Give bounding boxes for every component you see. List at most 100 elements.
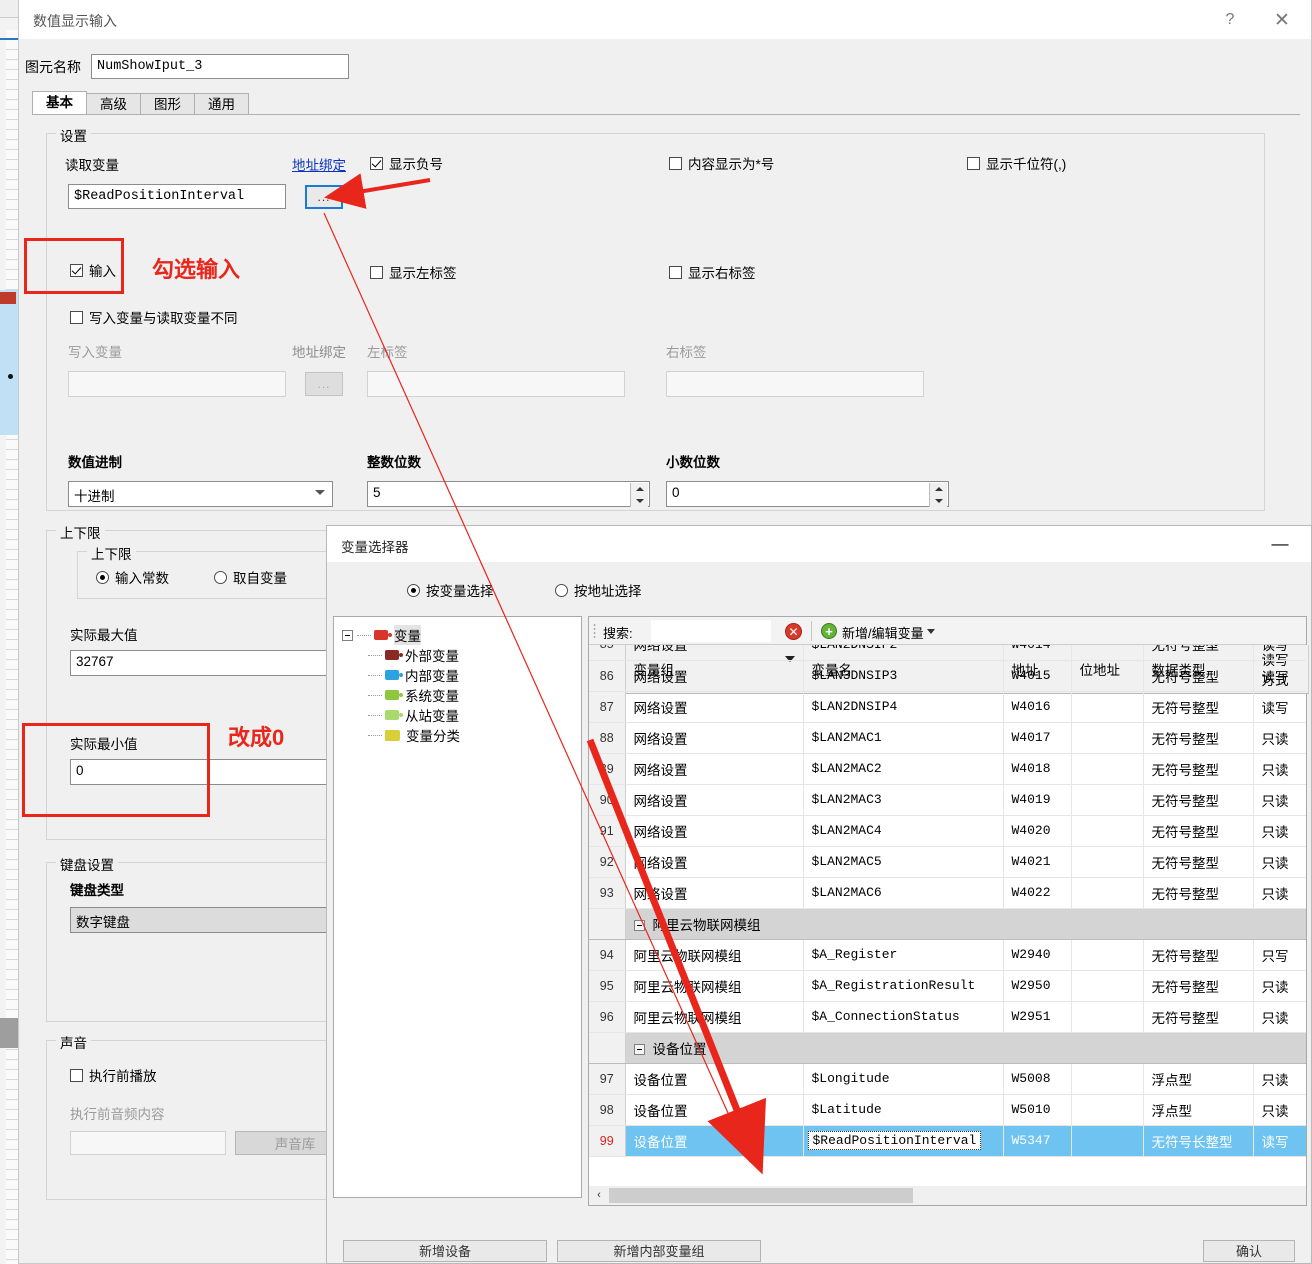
- table-row[interactable]: 87 网络设置 $LAN2DNSIP4 W4016 无符号整型 读写: [589, 691, 1306, 723]
- minimize-icon[interactable]: —: [1257, 526, 1303, 562]
- tree-node-root[interactable]: 变量: [342, 625, 421, 645]
- table-row[interactable]: 91 网络设置 $LAN2MAC4 W4020 无符号整型 只读: [589, 815, 1306, 847]
- dec-digits-spin[interactable]: [929, 483, 947, 507]
- left-tag-input[interactable]: [367, 371, 625, 397]
- show-thousand-checkbox[interactable]: 显示千位符(,): [967, 153, 1066, 173]
- tab-general[interactable]: 通用: [194, 93, 249, 114]
- scrollbar-thumb[interactable]: [609, 1188, 913, 1203]
- tab-advanced[interactable]: 高级: [86, 93, 141, 114]
- collapse-icon[interactable]: [633, 1043, 645, 1055]
- tab-bar: 基本 高级 图形 通用: [32, 91, 249, 114]
- int-digits-stepper[interactable]: 5: [367, 481, 650, 507]
- read-variable-input[interactable]: $ReadPositionInterval: [68, 184, 286, 209]
- show-star-checkbox[interactable]: 内容显示为*号: [669, 153, 774, 173]
- table-row[interactable]: 95 阿里云物联网模组 $A_RegistrationResult W2950 无符号整…: [589, 970, 1306, 1002]
- show-minus-checkbox[interactable]: 显示负号: [370, 153, 443, 173]
- variable-tag-icon: [374, 630, 392, 640]
- address-bind-link[interactable]: 地址绑定: [292, 154, 346, 174]
- cell-data-type: 无符号整型: [1143, 939, 1254, 971]
- cell-address: W4022: [1003, 877, 1072, 909]
- table-row[interactable]: 97 设备位置 $Longitude W5008 浮点型 只读: [589, 1063, 1306, 1095]
- cell-variable-group: 网络设置: [625, 722, 804, 754]
- cell-data-type: 无符号整型: [1143, 722, 1254, 754]
- write-variable-browse-button[interactable]: ...: [305, 372, 343, 396]
- scroll-left-icon[interactable]: ‹: [591, 1187, 607, 1203]
- radio-from-variable[interactable]: 取自变量: [214, 567, 287, 587]
- tab-graphics[interactable]: 图形: [140, 93, 195, 114]
- table-row[interactable]: 88 网络设置 $LAN2MAC1 W4017 无符号整型 只读: [589, 722, 1306, 754]
- table-row[interactable]: 99 设备位置 $ReadPositionInterval W5347 无符号长整型 读写: [589, 1125, 1306, 1157]
- cell-bit-address: [1071, 645, 1144, 661]
- table-row[interactable]: 96 阿里云物联网模组 $A_ConnectionStatus W2951 无符号整型只…: [589, 1001, 1306, 1033]
- radix-select[interactable]: 十进制: [68, 481, 333, 507]
- chevron-down-icon[interactable]: [927, 629, 935, 634]
- variable-tree[interactable]: 变量 外部变量 内部变量 系统变量 从站变量 变量分类: [333, 616, 582, 1198]
- table-group-row[interactable]: 设备位置: [589, 1032, 1306, 1064]
- cell-variable-group: 设备位置: [625, 1063, 804, 1095]
- variable-table-body-clip[interactable]: 85网络设置$LAN2DNSIP2W4014无符号整型读写86网络设置$LAN3…: [589, 645, 1306, 1198]
- add-icon[interactable]: +: [821, 623, 837, 639]
- collapse-icon[interactable]: [633, 919, 645, 931]
- read-variable-browse-button[interactable]: ...: [305, 185, 343, 209]
- table-row[interactable]: 94 阿里云物联网模组 $A_Register W2940 无符号整型 只写: [589, 939, 1306, 971]
- toolbar-grip[interactable]: [593, 623, 596, 639]
- audio-content-input[interactable]: [70, 1131, 226, 1155]
- clear-search-icon[interactable]: ✕: [785, 623, 802, 640]
- show-right-tag-checkbox[interactable]: 显示右标签: [669, 262, 756, 282]
- cell-rw-mode: 读写: [1253, 645, 1306, 661]
- tree-node-system[interactable]: 系统变量: [368, 685, 459, 705]
- radio-by-variable-label: 按变量选择: [426, 584, 494, 599]
- show-left-tag-checkbox[interactable]: 显示左标签: [370, 262, 457, 282]
- cell-rw-mode: 只读: [1253, 1001, 1306, 1033]
- search-input[interactable]: [651, 620, 771, 642]
- cell-bit-address: [1071, 1001, 1144, 1033]
- confirm-button[interactable]: 确认: [1203, 1240, 1295, 1262]
- row-index: 90: [589, 784, 626, 816]
- tree-node-internal-label: 内部变量: [405, 669, 459, 684]
- play-before-checkbox[interactable]: 执行前播放: [70, 1065, 157, 1085]
- table-group-row[interactable]: 阿里云物联网模组: [589, 908, 1306, 940]
- radio-by-variable[interactable]: 按变量选择: [407, 580, 494, 600]
- help-icon[interactable]: ?: [1207, 0, 1253, 40]
- tree-node-external[interactable]: 外部变量: [368, 645, 459, 665]
- row-index: 93: [589, 877, 626, 909]
- row-index: [589, 908, 626, 940]
- add-device-button[interactable]: 新增设备: [343, 1240, 547, 1262]
- int-digits-spin[interactable]: [630, 483, 648, 507]
- row-index: 86: [589, 660, 626, 692]
- table-row[interactable]: 86 网络设置 $LAN3DNSIP3 W4015 无符号整型 读写: [589, 660, 1306, 692]
- collapse-icon[interactable]: [342, 629, 353, 641]
- table-row[interactable]: 92 网络设置 $LAN2MAC5 W4021 无符号整型 只读: [589, 846, 1306, 878]
- element-name-input[interactable]: NumShowIput_3: [91, 54, 349, 79]
- table-row[interactable]: 90 网络设置 $LAN2MAC3 W4019 无符号整型 只读: [589, 784, 1306, 816]
- tree-node-slave-label: 从站变量: [405, 709, 459, 724]
- actual-max-input[interactable]: 32767: [70, 650, 328, 676]
- tree-node-slave[interactable]: 从站变量: [368, 705, 459, 725]
- tree-dash: [368, 694, 382, 696]
- add-edit-variable-button[interactable]: 新增/编辑变量: [842, 623, 924, 642]
- int-digits-value: 5: [373, 485, 381, 500]
- tree-node-internal[interactable]: 内部变量: [368, 665, 459, 685]
- write-different-checkbox[interactable]: 写入变量与读取变量不同: [70, 307, 238, 327]
- radio-by-address[interactable]: 按地址选择: [555, 580, 642, 600]
- table-row[interactable]: 93 网络设置 $LAN2MAC6 W4022 无符号整型 只读: [589, 877, 1306, 909]
- tab-basic[interactable]: 基本: [32, 91, 87, 114]
- read-variable-label: 读取变量: [65, 158, 119, 173]
- right-tag-input[interactable]: [666, 371, 924, 397]
- dec-digits-stepper[interactable]: 0: [666, 481, 949, 507]
- tree-node-category[interactable]: 变量分类: [368, 725, 460, 745]
- radio-input-constant[interactable]: 输入常数: [96, 567, 169, 587]
- cell-address: W4018: [1003, 753, 1072, 785]
- write-variable-input[interactable]: [68, 371, 286, 397]
- close-icon[interactable]: ✕: [1259, 0, 1305, 40]
- horizontal-scrollbar[interactable]: ‹: [588, 1186, 1307, 1206]
- add-internal-var-group-button[interactable]: 新增内部变量组: [557, 1240, 761, 1262]
- table-row[interactable]: 89 网络设置 $LAN2MAC2 W4018 无符号整型 只读: [589, 753, 1306, 785]
- cell-variable-name: $A_ConnectionStatus: [803, 1001, 1004, 1033]
- keyboard-type-select[interactable]: 数字键盘: [70, 907, 348, 933]
- table-row[interactable]: 98 设备位置 $Latitude W5010 浮点型 只读: [589, 1094, 1306, 1126]
- cell-address: W2940: [1003, 939, 1072, 971]
- table-row[interactable]: 85网络设置$LAN2DNSIP2W4014 无符号整型读写: [589, 645, 1306, 661]
- cell-address: W2950: [1003, 970, 1072, 1002]
- cell-variable-name-editing[interactable]: $ReadPositionInterval: [807, 1131, 982, 1150]
